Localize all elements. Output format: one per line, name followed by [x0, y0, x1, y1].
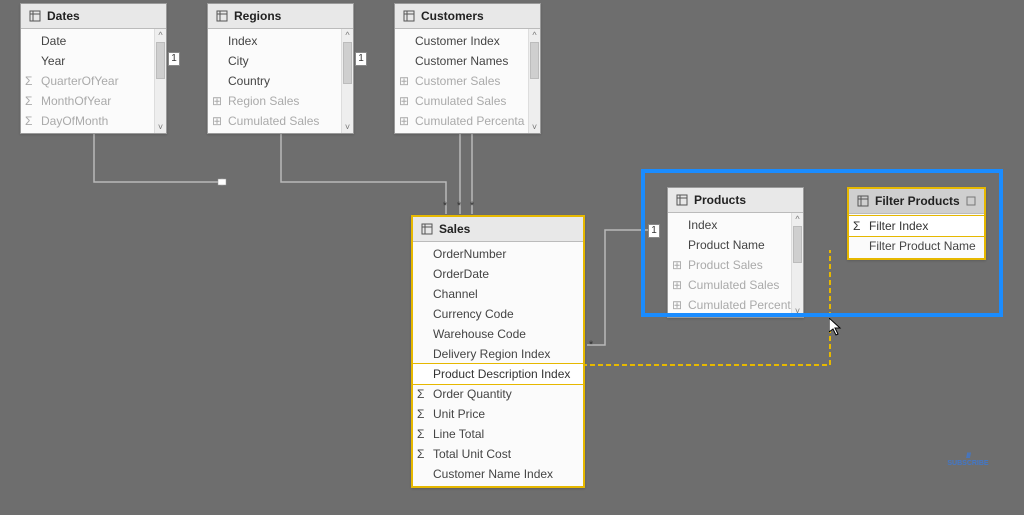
measure-icon: ⊞ — [399, 114, 409, 128]
sigma-icon: Σ — [25, 74, 32, 88]
field-selected[interactable]: ΣFilter Index — [849, 215, 984, 237]
field[interactable]: Channel — [413, 284, 583, 304]
field[interactable]: ΣUnit Price — [413, 404, 583, 424]
cardinality-one: 1 — [355, 52, 367, 66]
table-title: Sales — [439, 222, 470, 236]
field[interactable]: Customer Name Index — [413, 464, 583, 484]
cardinality-many: * — [587, 339, 595, 349]
field[interactable]: ΣOrder Quantity — [413, 384, 583, 404]
field[interactable]: Delivery Region Index — [413, 344, 583, 364]
measure-icon: ⊞ — [212, 114, 222, 128]
table-dates[interactable]: Dates Date Year ΣQuarterOfYear ΣMonthOfY… — [20, 3, 167, 134]
field-selected[interactable]: Product Description Index — [413, 363, 583, 385]
table-icon — [676, 194, 688, 206]
measure-icon: ⊞ — [399, 94, 409, 108]
field[interactable]: ⊞Product Sales — [668, 255, 803, 275]
measure-icon: ⊞ — [212, 94, 222, 108]
table-icon — [857, 195, 869, 207]
sigma-icon: Σ — [417, 447, 424, 461]
sigma-icon: Σ — [417, 407, 424, 421]
table-header[interactable]: Dates — [21, 4, 166, 29]
scrollbar[interactable]: ^˅ — [154, 29, 166, 133]
sigma-icon: Σ — [417, 387, 424, 401]
cursor-icon — [829, 318, 845, 338]
measure-icon: ⊞ — [672, 278, 682, 292]
field[interactable]: Index — [208, 31, 353, 51]
field[interactable]: ⊞Region Sales — [208, 91, 353, 111]
table-header[interactable]: Filter Products — [849, 189, 984, 214]
field[interactable]: ⊞Cumulated Sales — [668, 275, 803, 295]
field[interactable]: Product Name — [668, 235, 803, 255]
table-header[interactable]: Regions — [208, 4, 353, 29]
expand-icon[interactable] — [966, 196, 976, 206]
table-customers[interactable]: Customers Customer Index Customer Names … — [394, 3, 541, 134]
field[interactable]: OrderNumber — [413, 244, 583, 264]
sigma-icon: Σ — [417, 427, 424, 441]
field[interactable]: ΣLine Total — [413, 424, 583, 444]
subscribe-badge: //// SUBSCRIBE — [938, 453, 998, 467]
table-icon — [403, 10, 415, 22]
field[interactable]: Year — [21, 51, 166, 71]
field[interactable]: Warehouse Code — [413, 324, 583, 344]
field[interactable]: Customer Index — [395, 31, 540, 51]
table-title: Customers — [421, 9, 484, 23]
model-canvas[interactable]: 1 1 * * * * 1 1 Dates Date Year ΣQuarter… — [0, 0, 1024, 515]
table-title: Dates — [47, 9, 80, 23]
table-products[interactable]: Products Index Product Name ⊞Product Sal… — [667, 187, 804, 318]
field[interactable]: ΣMonthOfYear — [21, 91, 166, 111]
cardinality-one: 1 — [648, 224, 660, 238]
table-title: Products — [694, 193, 746, 207]
table-header[interactable]: Sales — [413, 217, 583, 242]
field[interactable]: Filter Product Name — [849, 236, 984, 256]
field[interactable]: ΣDayOfMonth — [21, 111, 166, 131]
cardinality-many: * — [455, 200, 463, 210]
table-icon — [29, 10, 41, 22]
table-filter-products[interactable]: Filter Products ΣFilter Index Filter Pro… — [847, 187, 986, 260]
scrollbar[interactable]: ^˅ — [341, 29, 353, 133]
field[interactable]: City — [208, 51, 353, 71]
measure-icon: ⊞ — [672, 258, 682, 272]
scrollbar[interactable]: ^˅ — [791, 213, 803, 317]
measure-icon: ⊞ — [672, 298, 682, 312]
field[interactable]: ⊞Customer Sales — [395, 71, 540, 91]
sigma-icon: Σ — [853, 219, 860, 233]
cardinality-many: * — [468, 200, 476, 210]
field[interactable]: ΣTotal Unit Cost — [413, 444, 583, 464]
measure-icon: ⊞ — [399, 74, 409, 88]
table-header[interactable]: Products — [668, 188, 803, 213]
field[interactable]: Date — [21, 31, 166, 51]
field[interactable]: OrderDate — [413, 264, 583, 284]
field[interactable]: Currency Code — [413, 304, 583, 324]
field[interactable]: Index — [668, 215, 803, 235]
field[interactable]: ⊞Cumulated Sales — [208, 111, 353, 131]
table-regions[interactable]: Regions Index City Country ⊞Region Sales… — [207, 3, 354, 134]
field[interactable]: Customer Names — [395, 51, 540, 71]
field[interactable]: ⊞Cumulated Percentag — [668, 295, 803, 315]
field[interactable]: ⊞Cumulated Sales — [395, 91, 540, 111]
table-title: Filter Products — [875, 194, 960, 208]
table-icon — [216, 10, 228, 22]
table-header[interactable]: Customers — [395, 4, 540, 29]
scrollbar[interactable]: ^˅ — [528, 29, 540, 133]
field[interactable]: Country — [208, 71, 353, 91]
field[interactable]: ⊞Cumulated Percenta — [395, 111, 540, 131]
cardinality-many: * — [441, 200, 449, 210]
table-sales[interactable]: Sales OrderNumber OrderDate Channel Curr… — [411, 215, 585, 488]
table-icon — [421, 223, 433, 235]
sigma-icon: Σ — [25, 94, 32, 108]
cardinality-one: 1 — [168, 52, 180, 66]
field[interactable]: ΣQuarterOfYear — [21, 71, 166, 91]
table-title: Regions — [234, 9, 281, 23]
sigma-icon: Σ — [25, 114, 32, 128]
